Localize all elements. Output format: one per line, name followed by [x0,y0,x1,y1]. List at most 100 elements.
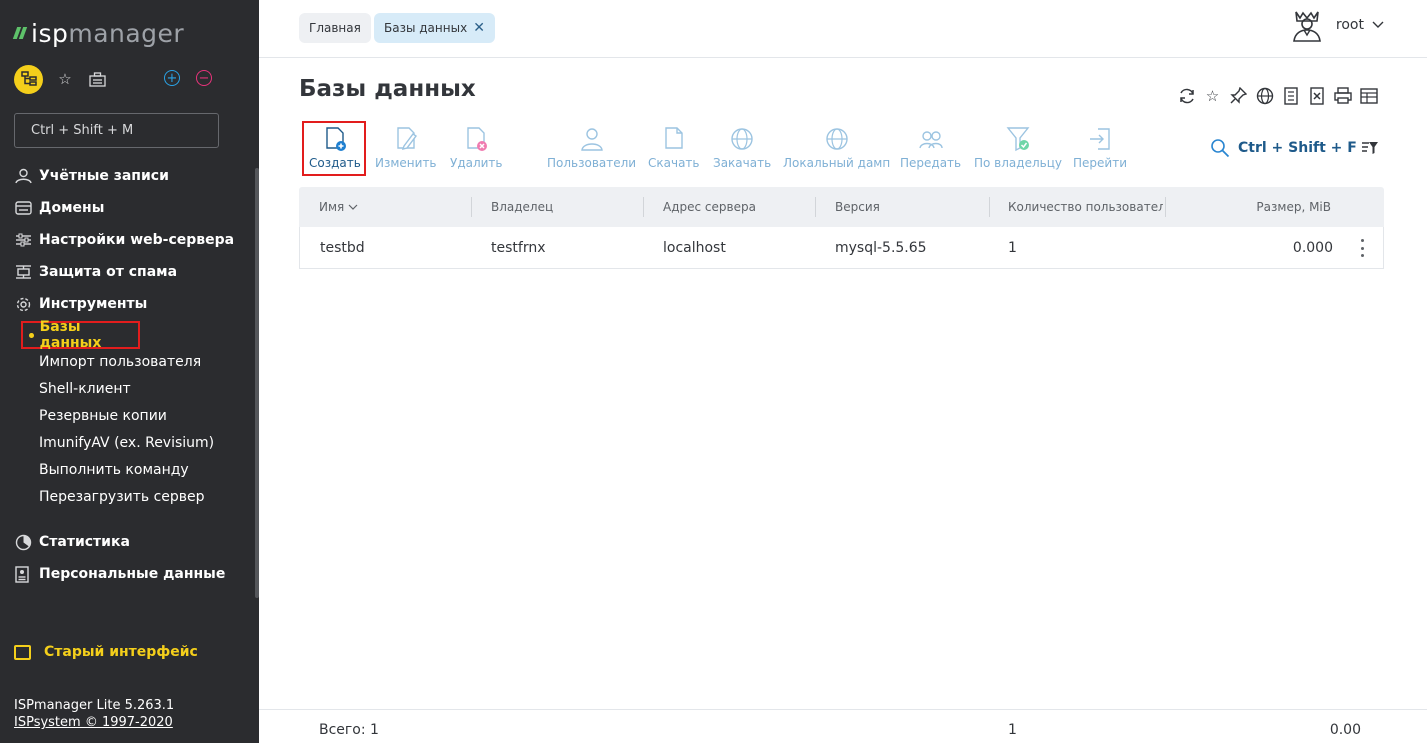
column-separator[interactable] [643,197,644,217]
close-tab-icon[interactable]: ✕ [473,20,485,36]
column-separator[interactable] [471,197,472,217]
nav-tools[interactable]: Инструменты [0,288,259,320]
collapse-all-icon[interactable]: − [196,70,212,86]
user-menu[interactable]: root [1290,8,1384,42]
tab-databases[interactable]: Базы данных ✕ [374,13,495,43]
document-icon[interactable] [1280,85,1301,106]
nav-spam-protection[interactable]: Защита от спама [0,256,259,288]
nav-spam-protection-label: Защита от спама [39,264,178,280]
users-button[interactable]: Пользователи [547,126,636,174]
go-to-button[interactable]: Перейти [1073,126,1127,174]
transfer-icon [918,131,943,149]
column-header-users-count[interactable]: Количество пользователей [1008,187,1163,227]
column-separator[interactable] [1165,197,1166,217]
refresh-icon[interactable] [1176,85,1197,106]
gear-icon [14,295,32,313]
column-header-server[interactable]: Адрес сервера [663,187,756,227]
column-header-size[interactable]: Размер, MiB [1256,187,1331,227]
sidebar-item-backups[interactable]: Резервные копии [39,405,167,427]
cell-name: testbd [320,239,365,256]
pin-icon[interactable] [1228,85,1249,106]
sort-chevron-icon [348,204,358,210]
user-avatar-icon [1293,11,1321,42]
menu-search-input[interactable]: Ctrl + Shift + M [14,113,219,148]
spam-shield-icon [14,263,32,281]
column-header-owner[interactable]: Владелец [491,187,553,227]
nav-web-server-settings[interactable]: Настройки web-сервера [0,224,259,256]
nav-web-server-settings-label: Настройки web-сервера [39,232,235,248]
sidebar-item-user-import[interactable]: Импорт пользователя [39,351,201,373]
page-actions: ☆ [1176,85,1379,106]
edit-button[interactable]: Изменить [375,126,437,174]
sidebar-item-label: Резервные копии [39,408,167,424]
sidebar-item-shell-client[interactable]: Shell-клиент [39,378,131,400]
copyright-link[interactable]: ISPsystem © 1997-2020 [14,715,173,730]
nav-statistics[interactable]: Статистика [0,526,259,558]
column-header-version[interactable]: Версия [835,187,880,227]
download-button[interactable]: Скачать [648,126,700,174]
create-button[interactable]: Создать [309,126,361,174]
column-separator[interactable] [989,197,990,217]
local-dump-button[interactable]: Локальный дамп [783,126,890,174]
print-icon[interactable] [1332,85,1353,106]
globe-icon[interactable] [1254,85,1275,106]
transfer-button[interactable]: Передать [900,126,961,174]
sidebar-item-imunifyav[interactable]: ImunifyAV (ex. Revisium) [39,432,214,454]
briefcase-icon[interactable] [87,69,107,89]
download-icon [665,127,683,149]
sitemap-icon[interactable] [14,64,43,94]
download-label: Скачать [648,156,700,170]
filter-owner-icon [1006,127,1030,152]
ispmanager-logo[interactable]: ispmanager [12,18,184,48]
sidebar-item-run-command[interactable]: Выполнить команду [39,459,189,481]
nav-domains-label: Домены [39,200,105,216]
transfer-label: Передать [900,156,962,170]
excel-export-icon[interactable] [1306,85,1327,106]
sliders-icon [14,231,32,249]
sidebar-item-label: ImunifyAV (ex. Revisium) [39,435,215,451]
databases-table: Имя Владелец Адрес сервера Версия Количе… [299,187,1384,269]
active-dot [29,332,34,338]
nav-personal-data-label: Персональные данные [39,566,226,582]
old-interface-link[interactable]: Старый интерфейс [14,644,198,660]
table-settings-icon[interactable] [1358,85,1379,106]
topbar: Главная Базы данных ✕ root [259,0,1427,58]
upload-button[interactable]: Закачать [713,126,771,174]
delete-button[interactable]: Удалить [450,126,503,174]
nav-user-accounts[interactable]: Учётные записи [0,160,259,192]
nav-personal-data[interactable]: Персональные данные [0,558,259,590]
edit-label: Изменить [375,156,437,170]
upload-icon [731,128,753,150]
sidebar-footer: ISPmanager Lite 5.263.1 ISPsystem © 1997… [14,697,174,731]
row-menu-icon[interactable] [1361,239,1365,257]
nav-domains[interactable]: Домены [0,192,259,224]
delete-icon [467,127,488,151]
table-search[interactable]: Ctrl + Shift + F [1210,138,1357,158]
sidebar-scrollbar[interactable] [255,168,259,598]
favorite-star-icon[interactable]: ☆ [1202,85,1223,106]
logo-mark-icon [12,27,28,39]
tab-databases-label: Базы данных [384,21,468,35]
nav-statistics-label: Статистика [39,534,130,550]
old-interface-label: Старый интерфейс [44,644,198,660]
domains-icon [14,199,32,217]
search-hotkey-label: Ctrl + Shift + F [1238,140,1357,156]
sidebar-item-databases[interactable]: Базы данных [21,319,140,351]
column-separator[interactable] [815,197,816,217]
sidebar-item-reboot-server[interactable]: Перезагрузить сервер [39,486,205,508]
sidebar-item-label: Shell-клиент [39,381,131,397]
column-header-label: Размер, MiB [1256,200,1331,214]
tab-home-label: Главная [309,21,361,35]
favorites-star-icon[interactable]: ☆ [55,69,75,89]
expand-all-icon[interactable]: + [164,70,180,86]
tab-home[interactable]: Главная [299,13,371,43]
version-text: ISPmanager Lite 5.263.1 [14,698,175,713]
edit-icon [397,127,417,150]
logo-prefix: isp [31,18,69,48]
column-header-name[interactable]: Имя [319,187,358,227]
cell-version: mysql-5.5.65 [835,239,927,256]
filter-list-icon[interactable] [1361,140,1379,156]
filter-by-owner-button[interactable]: По владельцу [974,126,1062,174]
table-row[interactable]: testbd testfrnx localhost mysql-5.5.65 1… [299,227,1384,269]
cell-size: 0.000 [1292,239,1333,256]
